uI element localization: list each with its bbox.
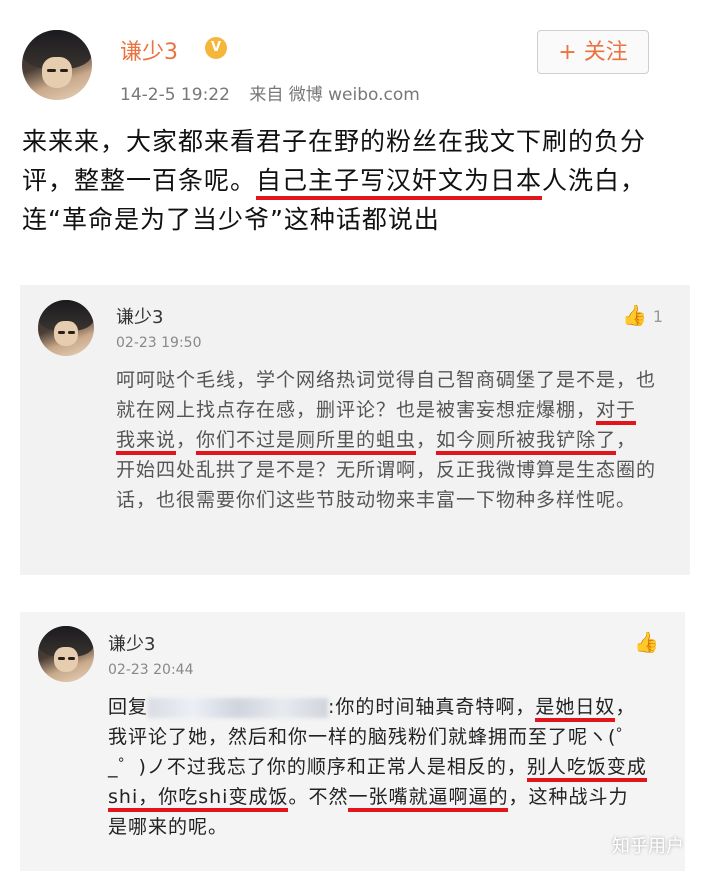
like-count: 1 xyxy=(652,307,664,326)
comment-time: 02-23 19:50 xyxy=(116,335,202,351)
comment-text: 回复:你的时间轴真奇特啊，是她日奴，我评论了她，然后和你一样的脑残粉们就蜂拥而至… xyxy=(108,692,648,842)
comment-time: 02-23 20:44 xyxy=(108,662,194,678)
comment-text-segment: ， xyxy=(176,429,197,451)
blurred-username xyxy=(148,697,329,718)
post-body: 来来来，大家都来看君子在野的粉丝在我文下刷的负分评，整整一百条呢。自己主子写汉奸… xyxy=(22,122,662,239)
comment-card: 谦少3 02-23 19:50 👍 1 呵呵哒个毛线，学个网络热词觉得自己智商碉堡… xyxy=(20,285,690,575)
post-date: 14-2-5 19:22 xyxy=(120,85,230,105)
post-username[interactable]: 谦少3 xyxy=(120,34,178,66)
comment-avatar[interactable] xyxy=(38,300,94,356)
comment-username[interactable]: 谦少3 xyxy=(108,630,155,656)
thumbs-up-icon: 👍 xyxy=(634,630,659,654)
comment-avatar[interactable] xyxy=(38,626,94,682)
thumbs-up-icon: 👍 xyxy=(622,303,647,327)
follow-button[interactable]: + 关注 xyxy=(537,30,649,74)
comment-text-segment: ， xyxy=(416,429,437,451)
like-button[interactable]: 👍 1 xyxy=(622,303,663,327)
underlined-text: 是她日奴 xyxy=(535,696,616,722)
comment-text-segment: 。不然 xyxy=(288,786,349,808)
comment-text-segment: 呵呵哒个毛线，学个网络热词觉得自己智商碉堡了是不是，也就在网上找点存在感，删评论… xyxy=(116,369,657,421)
reply-prefix: 回复 xyxy=(108,696,149,718)
underlined-text: 一张嘴就逼啊逼的 xyxy=(348,786,509,812)
comment-username[interactable]: 谦少3 xyxy=(116,303,163,329)
comment-card: 谦少3 02-23 20:44 👍 回复:你的时间轴真奇特啊，是她日奴，我评论了… xyxy=(20,612,685,871)
post-header: 谦少3 V 14-2-5 19:22 来自 微博 weibo.com + 关注 xyxy=(0,0,720,110)
underlined-text: 你们不过是厕所里的蛆虫 xyxy=(196,429,417,455)
comment-text: 呵呵哒个毛线，学个网络热词觉得自己智商碉堡了是不是，也就在网上找点存在感，删评论… xyxy=(116,365,656,515)
like-button[interactable]: 👍 xyxy=(634,630,659,654)
watermark: 知乎用户 xyxy=(612,836,684,857)
comment-text-segment: :你的时间轴真奇特啊， xyxy=(328,696,536,718)
post-text-highlight: 自己主子写汉奸文为日本 xyxy=(256,166,543,200)
user-avatar[interactable] xyxy=(22,30,92,100)
vip-badge-icon: V xyxy=(205,37,227,59)
post-source[interactable]: 来自 微博 weibo.com xyxy=(249,85,420,105)
underlined-text: 如今厕所被我铲除了 xyxy=(436,429,617,455)
post-meta: 14-2-5 19:22 来自 微博 weibo.com xyxy=(120,80,434,105)
